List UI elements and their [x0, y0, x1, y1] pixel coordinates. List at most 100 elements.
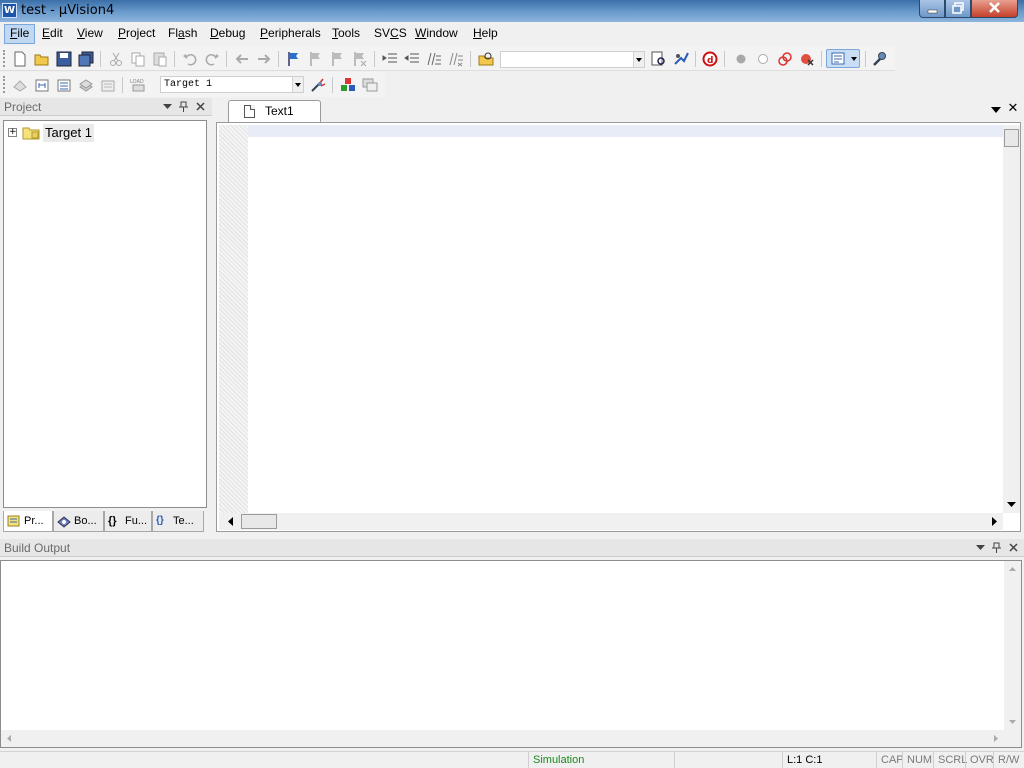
target-options-button[interactable]	[310, 77, 326, 93]
menu-file[interactable]: File	[4, 24, 36, 44]
paste-button[interactable]	[152, 51, 168, 67]
tree-node-label[interactable]: Target 1	[43, 124, 94, 142]
menu-edit[interactable]: Edit	[37, 24, 68, 44]
comment-button[interactable]	[426, 51, 442, 67]
paste-icon	[153, 52, 167, 67]
panel-menu-button[interactable]	[161, 100, 174, 113]
editor-horizontal-scrollbar[interactable]	[219, 513, 1003, 530]
chevron-down-icon[interactable]	[633, 52, 644, 67]
menu-svcs[interactable]: SVCS	[369, 24, 412, 44]
batch-build-button[interactable]	[78, 77, 94, 93]
scroll-down-arrow-icon[interactable]	[1003, 496, 1020, 513]
editor-tab-list-button[interactable]	[990, 105, 1002, 115]
undo-button[interactable]	[182, 51, 198, 67]
panel-menu-button[interactable]	[974, 541, 987, 554]
tab-books[interactable]: Bo...	[53, 511, 104, 532]
find-in-files-button[interactable]	[478, 51, 494, 67]
maximize-button[interactable]	[945, 0, 971, 18]
stop-build-button[interactable]	[100, 77, 116, 93]
menu-debug[interactable]: Debug	[205, 24, 250, 44]
download-button[interactable]: LOAD	[130, 77, 146, 93]
open-folder-icon	[34, 54, 49, 66]
indent-button[interactable]	[382, 51, 398, 67]
save-all-button[interactable]	[78, 51, 94, 67]
chevron-down-icon[interactable]	[292, 77, 303, 92]
build-horizontal-scrollbar[interactable]	[1, 730, 1021, 747]
menu-project[interactable]: Project	[113, 24, 160, 44]
save-button[interactable]	[56, 51, 72, 67]
redo-button[interactable]	[204, 51, 220, 67]
insert-bookmark-button[interactable]	[286, 51, 302, 67]
panel-pin-button[interactable]	[990, 541, 1003, 554]
panel-pin-button[interactable]	[177, 100, 190, 113]
tab-functions[interactable]: {} Fu...	[104, 511, 152, 532]
scroll-left-arrow-icon[interactable]	[1, 730, 18, 747]
build-vertical-scrollbar[interactable]	[1004, 561, 1021, 731]
code-editor[interactable]	[216, 122, 1021, 532]
menu-flash[interactable]: Flash	[163, 24, 202, 44]
editor-gutter[interactable]	[219, 125, 248, 513]
scroll-right-arrow-icon[interactable]	[987, 730, 1004, 747]
scroll-right-arrow-icon[interactable]	[986, 513, 1003, 530]
manage-components-button[interactable]	[340, 77, 356, 93]
replace-button[interactable]	[673, 51, 689, 67]
status-cursor-position: L:1 C:1	[782, 752, 876, 768]
expand-icon[interactable]: +	[8, 128, 17, 137]
close-button[interactable]	[971, 0, 1018, 18]
tab-templates[interactable]: {} Te...	[152, 511, 204, 532]
open-file-button[interactable]	[34, 51, 50, 67]
scrollbar-thumb[interactable]	[1004, 129, 1019, 147]
clear-bookmarks-button[interactable]	[352, 51, 368, 67]
scroll-up-arrow-icon[interactable]	[1004, 561, 1021, 578]
editor-close-button[interactable]: ✕	[1006, 101, 1020, 117]
rebuild-button[interactable]	[56, 77, 72, 93]
disable-breakpoints-button[interactable]	[777, 51, 793, 67]
incremental-find-icon	[651, 51, 665, 66]
toolbar-separator	[278, 51, 279, 67]
next-bookmark-button[interactable]	[330, 51, 346, 67]
menu-window[interactable]: Window	[410, 24, 463, 44]
copy-button[interactable]	[130, 51, 146, 67]
tab-project[interactable]: Pr...	[3, 511, 53, 532]
new-file-button[interactable]	[12, 51, 28, 67]
navigate-forward-button[interactable]	[256, 51, 272, 67]
minimize-button[interactable]	[919, 0, 945, 18]
toolbar-grip[interactable]	[3, 76, 6, 93]
previous-bookmark-button[interactable]	[308, 51, 324, 67]
window-layout-button[interactable]	[826, 49, 860, 68]
target-select[interactable]: Target 1	[160, 76, 304, 93]
kill-breakpoints-button[interactable]	[799, 51, 815, 67]
redo-icon	[205, 54, 219, 66]
status-num: NUM	[902, 752, 934, 768]
unindent-button[interactable]	[404, 51, 420, 67]
copy-icon	[131, 52, 145, 67]
scroll-down-arrow-icon[interactable]	[1004, 714, 1021, 731]
incremental-find-button[interactable]	[651, 51, 667, 67]
find-combo[interactable]	[500, 51, 645, 68]
navigate-back-button[interactable]	[234, 51, 250, 67]
build-output-text[interactable]	[0, 560, 1022, 748]
select-packs-button[interactable]	[362, 77, 378, 93]
configure-button[interactable]	[871, 51, 887, 67]
comment-icon	[427, 52, 441, 66]
menu-help[interactable]: Help	[468, 24, 503, 44]
chevron-down-icon	[976, 545, 985, 550]
uncomment-button[interactable]	[448, 51, 464, 67]
menu-view[interactable]: View	[72, 24, 108, 44]
scrollbar-thumb[interactable]	[241, 514, 277, 529]
panel-close-button[interactable]	[194, 100, 207, 113]
panel-close-button[interactable]	[1007, 541, 1020, 554]
tab-text1[interactable]: Text1	[228, 100, 321, 122]
start-debug-button[interactable]: d	[702, 51, 718, 67]
scroll-left-arrow-icon[interactable]	[222, 513, 239, 530]
translate-icon	[13, 80, 27, 92]
toolbar-grip[interactable]	[3, 50, 6, 67]
enable-breakpoint-button[interactable]	[755, 51, 771, 67]
insert-breakpoint-button[interactable]	[733, 51, 749, 67]
menu-tools[interactable]: Tools	[327, 24, 365, 44]
menu-peripherals[interactable]: Peripherals	[255, 24, 326, 44]
editor-vertical-scrollbar[interactable]	[1003, 125, 1020, 513]
cut-button[interactable]	[108, 51, 124, 67]
build-button[interactable]	[34, 77, 50, 93]
translate-button[interactable]	[12, 77, 28, 93]
